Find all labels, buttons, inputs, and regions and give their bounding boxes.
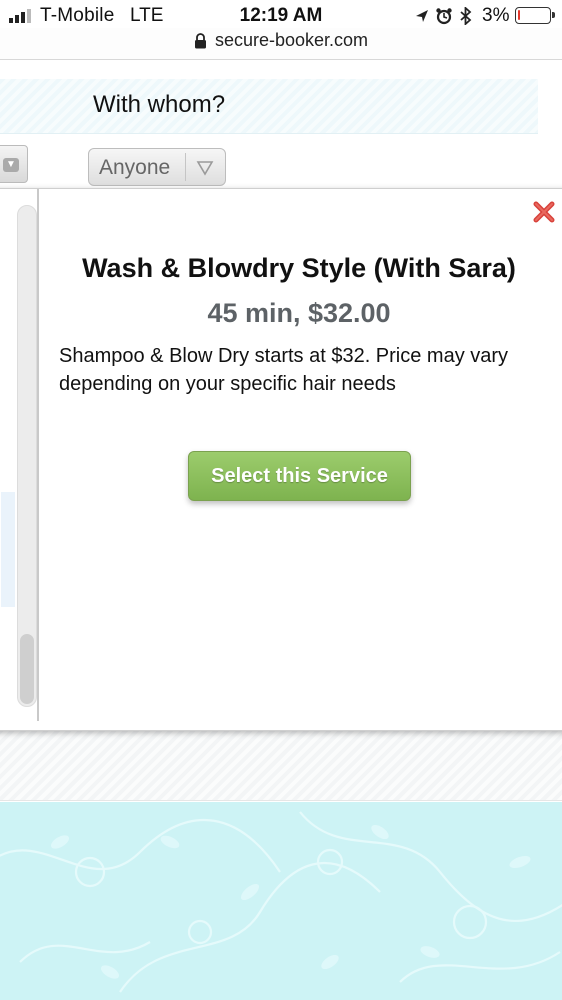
close-icon[interactable] [532, 200, 556, 224]
scrollbar-thumb[interactable] [20, 634, 34, 704]
battery-icon [515, 7, 555, 24]
battery-percent: 3% [482, 5, 510, 26]
status-time: 12:19 AM [239, 5, 323, 26]
scrollbar[interactable] [17, 205, 37, 707]
lock-icon [194, 32, 206, 48]
battery-level-fill [518, 10, 520, 20]
with-whom-label: With whom? [93, 91, 226, 118]
footer-stripe [0, 729, 562, 801]
staff-select[interactable]: Anyone [88, 148, 226, 186]
floral-pattern [0, 811, 562, 993]
service-title: Wash & Blowdry Style (With Sara) [82, 253, 516, 283]
bluetooth-icon [460, 7, 472, 25]
with-whom-header [0, 79, 538, 134]
page-url: secure-booker.com [214, 30, 369, 50]
select-service-button[interactable]: Select this Service [188, 451, 411, 501]
status-icons [416, 7, 472, 25]
select-divider [185, 153, 186, 181]
staff-select-value: Anyone [99, 156, 171, 179]
alarm-icon [436, 8, 452, 25]
service-description: Shampoo & Blow Dry starts at $32. Price … [59, 345, 509, 395]
service-duration-price: 45 min, $32.00 [207, 298, 391, 328]
service-select[interactable]: ▼ [0, 145, 28, 183]
chevron-down-icon: ▼ [3, 158, 19, 172]
service-list-pane [0, 189, 39, 721]
service-detail-modal: Wash & Blowdry Style (With Sara) 45 min,… [0, 188, 562, 731]
address-bar[interactable]: secure-booker.com [0, 28, 562, 60]
status-bar: T-Mobile LTE 12:19 AM 3% [0, 0, 562, 30]
floral-background [0, 802, 562, 1000]
triangle-down-icon [196, 161, 214, 176]
location-icon [416, 10, 428, 22]
selected-list-item[interactable] [1, 492, 15, 607]
